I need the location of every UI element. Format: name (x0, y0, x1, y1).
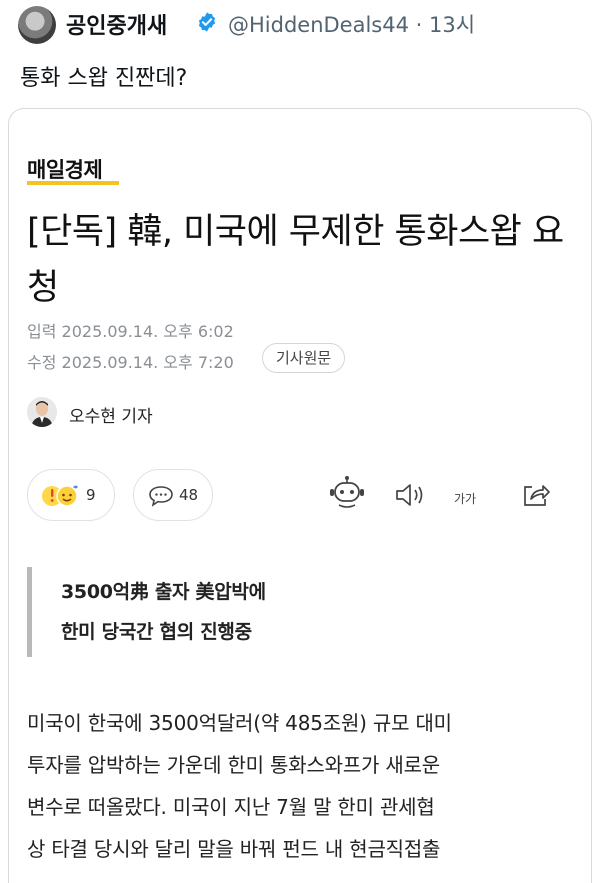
published-time: 입력 2025.09.14. 오후 6:02 (27, 322, 234, 341)
body-line: 변수로 떠올랐다. 미국이 지난 7월 말 한미 관세협 (27, 795, 435, 819)
quote-line: 한미 당국간 협의 진행중 (61, 621, 252, 643)
share-icon[interactable] (521, 479, 551, 509)
comment-button[interactable]: 48 (133, 469, 213, 521)
author-avatar[interactable] (18, 6, 56, 44)
tweet-text: 통화 스왑 진짠데? (20, 66, 188, 91)
body-line: 상 타결 당시와 달리 말을 바꿔 펀드 내 현금직접출 (27, 837, 441, 861)
publisher-logo-underline (27, 181, 119, 185)
reaction-button[interactable]: 9 (27, 469, 115, 521)
author-name[interactable]: 공인중개새 (66, 8, 167, 40)
comment-count: 48 (179, 486, 199, 504)
tweet-header: 공인중개새 @HiddenDeals44 · 13시 통화 스왑 진짠데? (0, 0, 600, 112)
robot-icon[interactable] (327, 475, 367, 511)
body-line: 투자를 압박하는 가운데 한미 통화스와프가 새로운 (27, 753, 440, 777)
author-handle-time[interactable]: @HiddenDeals44 · 13시 (228, 9, 475, 39)
quote-line: 3500억弗 출자 美압박에 (61, 581, 266, 603)
verified-badge-icon (198, 12, 216, 32)
article-card[interactable]: 매일경제 [단독] 韓, 미국에 무제한 통화스왑 요청 입력 2025.09.… (8, 108, 592, 883)
emoji-reaction-icon (42, 485, 78, 507)
reporter-photo (27, 397, 57, 427)
reporter-avatar[interactable] (27, 397, 57, 427)
speaker-icon[interactable] (393, 481, 427, 509)
original-article-button[interactable]: 기사원문 (262, 343, 346, 373)
reporter-name[interactable]: 오수현 기자 (69, 402, 153, 427)
modified-time: 수정 2025.09.14. 오후 7:20 (27, 353, 234, 372)
comment-bubble-icon (149, 486, 173, 507)
font-size-button[interactable]: 가가 (454, 487, 476, 508)
font-size-label: 가가 (454, 492, 477, 506)
body-line: 미국이 한국에 3500억달러(약 485조원) 규모 대미 (27, 711, 452, 735)
publisher-logo: 매일경제 (27, 158, 103, 182)
article-headline: [단독] 韓, 미국에 무제한 통화스왑 요청 (27, 212, 564, 308)
reaction-count: 9 (86, 486, 96, 504)
quote-bar (27, 567, 32, 657)
